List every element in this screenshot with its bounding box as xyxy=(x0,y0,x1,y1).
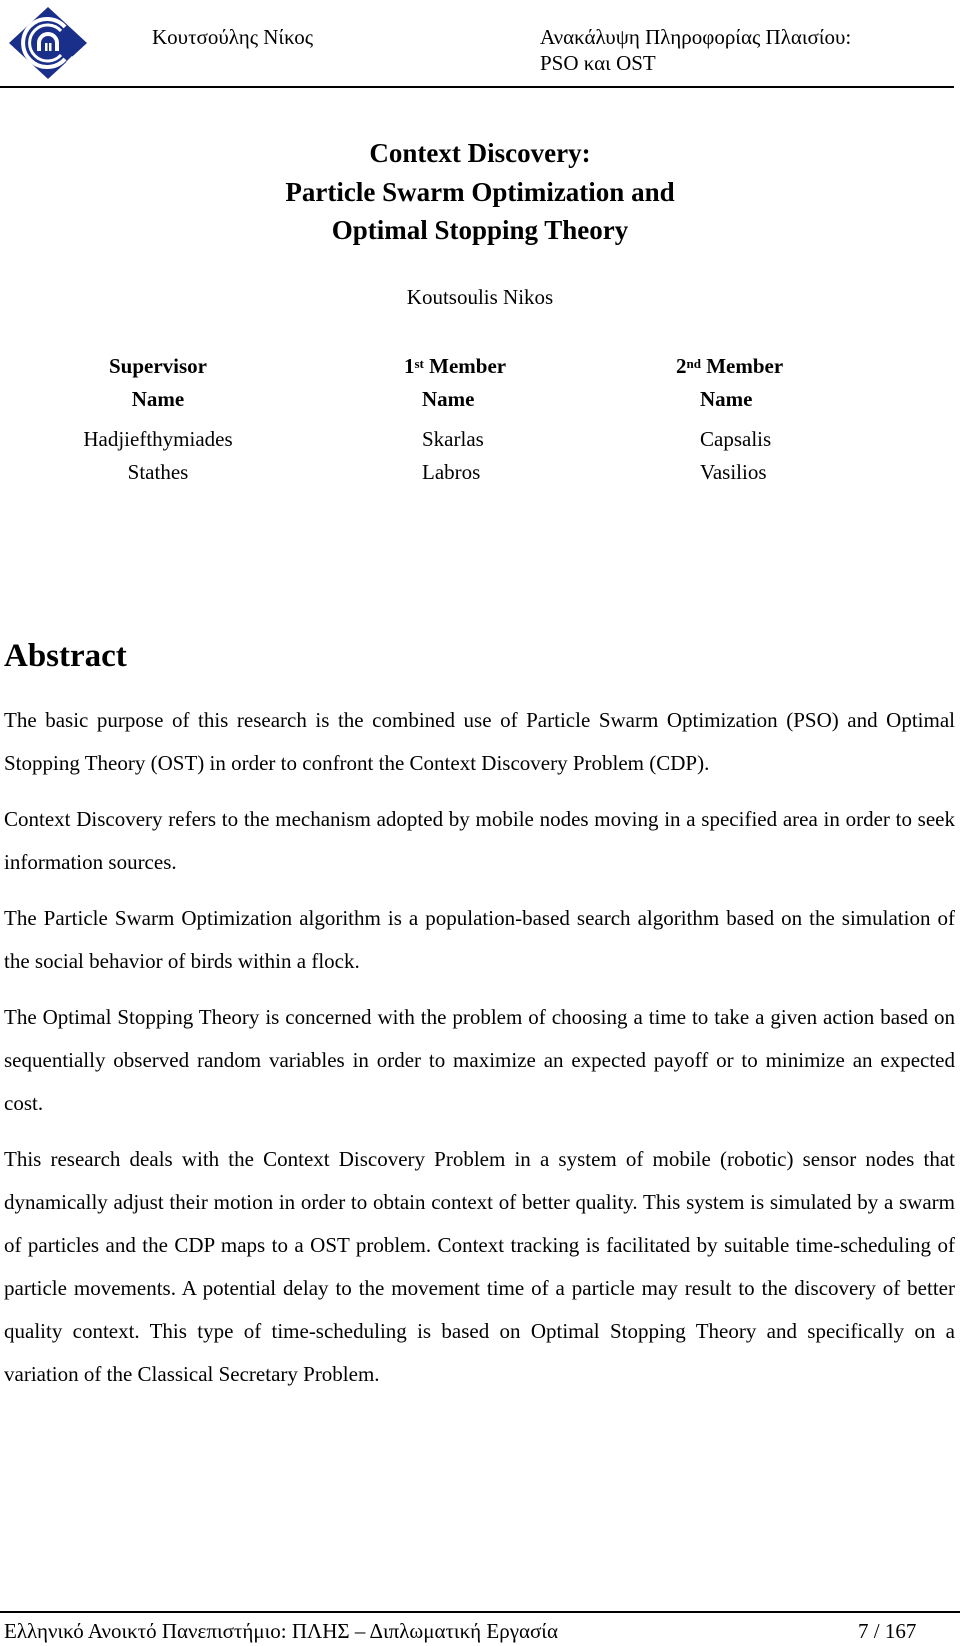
role-label: Supervisor xyxy=(108,354,207,378)
thesis-title: Context Discovery: Particle Swarm Optimi… xyxy=(0,134,960,250)
footer-institution: Ελληνικό Ανοικτό Πανεπιστήμιο: ΠΛΗΣ – Δι… xyxy=(4,1619,558,1643)
member-surname: Capsalis xyxy=(700,427,772,451)
page-number: 7 / 167 xyxy=(858,1619,917,1643)
footer-divider xyxy=(0,1611,960,1613)
abstract-paragraph: This research deals with the Context Dis… xyxy=(4,1147,955,1386)
header-divider xyxy=(0,86,954,88)
abstract-heading: Abstract xyxy=(4,638,127,674)
abstract-paragraph: The Optimal Stopping Theory is concerned… xyxy=(4,1005,955,1115)
header-title-line: Ανακάλυψη Πληροφορίας Πλαισίου: xyxy=(540,25,852,49)
header-thesis-title: Ανακάλυψη Πληροφορίας Πλαισίου: PSO και … xyxy=(540,24,851,76)
role-label: Member xyxy=(700,354,784,378)
header-author: Κουτσούλης Νίκος xyxy=(152,25,314,49)
role-ordinal-suffix: nd xyxy=(686,356,701,371)
name-label: Name xyxy=(700,387,753,411)
name-label: Name xyxy=(131,387,185,411)
abstract-paragraph: The Particle Swarm Optimization algorith… xyxy=(4,906,955,973)
university-logo-icon xyxy=(7,5,89,81)
abstract-paragraph: The basic purpose of this research is th… xyxy=(4,708,955,775)
committee-role: 1st Member xyxy=(404,350,722,383)
thesis-title-line: Context Discovery: xyxy=(369,138,591,168)
page-header: Κουτσούλης Νίκος Ανακάλυψη Πληροφορίας Π… xyxy=(0,0,960,88)
name-label: Name xyxy=(422,387,475,411)
thesis-title-line: Particle Swarm Optimization and xyxy=(285,176,675,207)
role-label: Member xyxy=(423,354,507,378)
committee-role: 2nd Member xyxy=(676,350,960,383)
committee-second-member: 2nd Member Name Capsalis Vasilios xyxy=(676,350,960,489)
committee-role: Supervisor xyxy=(8,350,308,383)
role-ordinal: 2 xyxy=(676,354,687,378)
member-surname: Hadjiefthymiades xyxy=(83,427,233,451)
header-title-line: PSO και OST xyxy=(540,51,656,75)
member-given-name: Stathes xyxy=(127,460,189,484)
committee-supervisor: Supervisor Name Hadjiefthymiades Stathes xyxy=(8,350,308,489)
role-ordinal-suffix: st xyxy=(414,356,424,371)
role-ordinal: 1 xyxy=(404,354,415,378)
member-given-name: Vasilios xyxy=(700,460,767,484)
member-surname: Skarlas xyxy=(422,427,484,451)
thesis-title-line: Optimal Stopping Theory xyxy=(331,215,629,245)
abstract-paragraph: Context Discovery refers to the mechanis… xyxy=(4,807,955,874)
abstract-body: The basic purpose of this research is th… xyxy=(4,699,955,1409)
thesis-author: Koutsoulis Nikos xyxy=(406,285,554,309)
member-given-name: Labros xyxy=(422,460,481,484)
